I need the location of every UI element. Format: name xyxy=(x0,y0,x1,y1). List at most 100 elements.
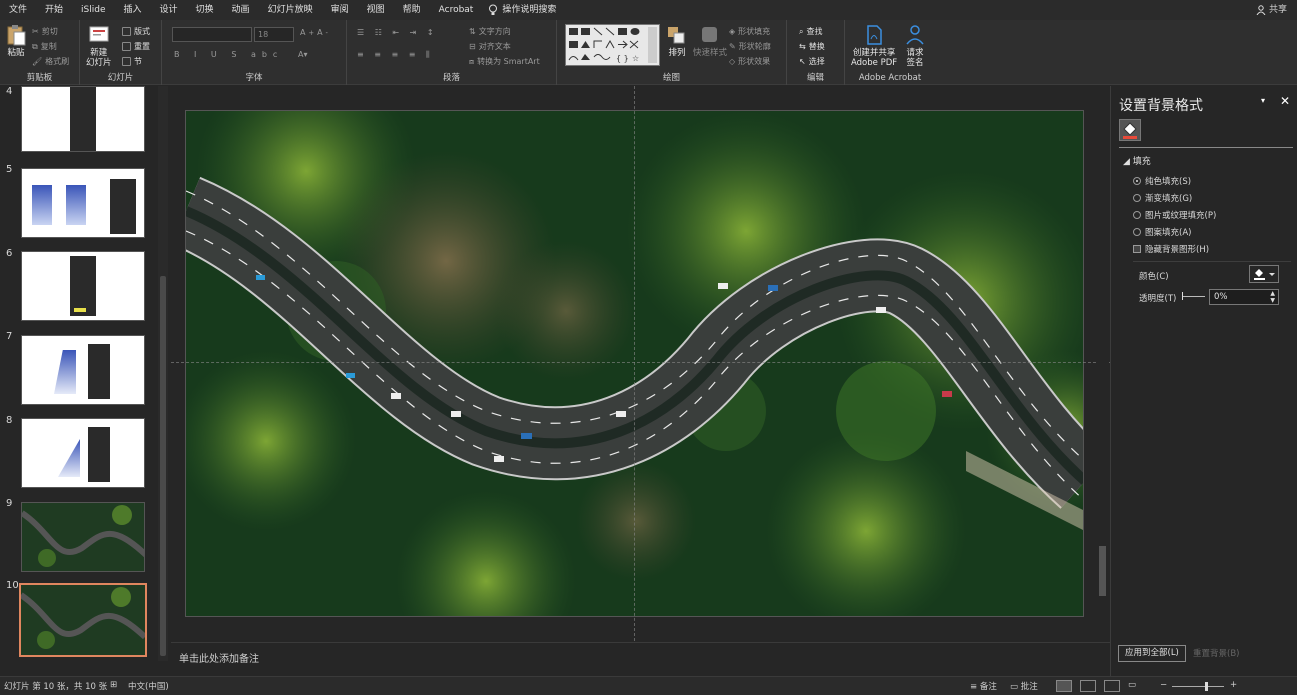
thumb-panel xyxy=(88,344,110,399)
pdf-icon xyxy=(867,25,882,45)
slide-thumbnail-10[interactable] xyxy=(19,583,147,657)
align-text-button[interactable]: ⊟ 对齐文本 xyxy=(469,41,511,52)
apply-to-all-button[interactable]: 应用到全部(L) xyxy=(1118,645,1186,662)
menu-transitions[interactable]: 切换 xyxy=(187,0,223,20)
shape-fill-button[interactable]: ◈ 形状填充 xyxy=(729,26,770,37)
share-button[interactable]: 共享 xyxy=(1256,0,1287,20)
find-button[interactable]: ⌕ 查找 xyxy=(799,26,822,37)
vertical-guide[interactable] xyxy=(634,86,635,641)
thumb-num-9: 9 xyxy=(6,498,13,509)
slide-thumbnail-6[interactable] xyxy=(21,251,145,321)
align-buttons[interactable]: ≡ ≡ ≡ ≡ ⫼ xyxy=(357,50,434,60)
menu-help[interactable]: 帮助 xyxy=(394,0,430,20)
menu-animations[interactable]: 动画 xyxy=(223,0,259,20)
slide-thumbnail-5[interactable] xyxy=(21,168,145,238)
new-slide-button[interactable]: 新建 幻灯片 xyxy=(86,24,112,68)
normal-view-button[interactable] xyxy=(1056,680,1072,692)
text-direction-button[interactable]: ⇅ 文字方向 xyxy=(469,26,511,37)
slideshow-icon[interactable]: ▭ xyxy=(1128,680,1136,690)
shape-outline-button[interactable]: ✎ 形状轮廓 xyxy=(729,41,771,52)
gradient-fill-label: 渐变填充(G) xyxy=(1145,194,1193,204)
smartart-button[interactable]: ⧈ 转换为 SmartArt xyxy=(469,56,540,67)
fill-tab[interactable] xyxy=(1119,119,1141,141)
horizontal-guide[interactable] xyxy=(171,362,1111,363)
select-button[interactable]: ↖ 选择 xyxy=(799,56,825,67)
menu-view[interactable]: 视图 xyxy=(358,0,394,20)
font-style-buttons[interactable]: B I U S abc xyxy=(174,50,283,59)
gradient-fill-radio[interactable]: 渐变填充(G) xyxy=(1133,192,1192,204)
spin-arrows-icon[interactable]: ▲ ▼ xyxy=(1270,290,1275,304)
shape-effects-button[interactable]: ◇ 形状效果 xyxy=(729,56,770,67)
solid-fill-radio[interactable]: 纯色填充(S) xyxy=(1133,175,1191,187)
slide-sorter-button[interactable] xyxy=(1080,680,1096,692)
pane-options-icon[interactable]: ▾ xyxy=(1261,96,1265,105)
thumb-panel xyxy=(88,427,110,482)
reset-background-button[interactable]: 重置背景(B) xyxy=(1193,647,1239,659)
create-pdf-button[interactable]: 创建并共享 Adobe PDF xyxy=(851,24,897,68)
canvas-scrollbar[interactable] xyxy=(1097,86,1109,641)
zoom-out-icon[interactable]: − xyxy=(1160,680,1167,690)
arrange-button[interactable]: 排列 xyxy=(665,24,689,58)
font-family-combo[interactable] xyxy=(172,27,252,42)
tell-me-search[interactable]: 操作说明搜索 xyxy=(482,0,565,20)
zoom-in-icon[interactable]: + xyxy=(1230,680,1237,690)
menu-acrobat[interactable]: Acrobat xyxy=(430,0,483,20)
fill-section-header[interactable]: ◢ 填充 xyxy=(1123,154,1151,167)
color-label: 颜色(C) xyxy=(1139,272,1169,282)
menu-file[interactable]: 文件 xyxy=(0,0,36,20)
grow-font-icon[interactable]: A + A- xyxy=(300,28,328,37)
notes-area[interactable]: 单击此处添加备注 xyxy=(171,642,1111,675)
pattern-fill-radio[interactable]: 图案填充(A) xyxy=(1133,226,1191,238)
thumbnail-scrollbar[interactable] xyxy=(158,86,168,661)
paste-button[interactable]: 粘贴 xyxy=(4,24,28,58)
transparency-slider[interactable] xyxy=(1183,296,1205,297)
transparency-input[interactable]: 0% ▲ ▼ xyxy=(1209,289,1279,305)
slide-canvas[interactable] xyxy=(171,86,1111,641)
request-sign-button[interactable]: 请求 签名 xyxy=(903,24,927,68)
color-picker-button[interactable] xyxy=(1249,265,1279,283)
transparency-label: 透明度(T) xyxy=(1139,294,1177,304)
new-slide-icon xyxy=(89,26,109,42)
menu-islide[interactable]: iSlide xyxy=(72,0,114,20)
menu-review[interactable]: 审阅 xyxy=(322,0,358,20)
comments-toggle[interactable]: ▭ 批注 xyxy=(1010,680,1038,692)
spellcheck-icon[interactable]: ⊞ xyxy=(110,680,117,690)
notes-toggle[interactable]: ≡ 备注 xyxy=(970,680,997,692)
slide-thumbnail-7[interactable] xyxy=(21,335,145,405)
format-painter-button[interactable]: 🖌 格式刷 xyxy=(32,56,69,67)
zoom-slider-handle[interactable] xyxy=(1205,682,1208,691)
svg-text:☆: ☆ xyxy=(632,54,639,63)
menu-slideshow[interactable]: 幻灯片放映 xyxy=(259,0,322,20)
font-color-icon[interactable]: A▾ xyxy=(298,50,308,59)
font-size-combo[interactable]: 18 xyxy=(254,27,294,42)
reading-view-button[interactable] xyxy=(1104,680,1120,692)
menu-design[interactable]: 设计 xyxy=(151,0,187,20)
picture-fill-radio[interactable]: 图片或纹理填充(P) xyxy=(1133,209,1216,221)
slide-thumbnail-4[interactable] xyxy=(21,86,145,152)
quick-styles-icon xyxy=(702,27,717,42)
cut-button[interactable]: ✂ 剪切 xyxy=(32,26,58,37)
layout-button[interactable]: 版式 xyxy=(122,26,150,37)
canvas-scroll-thumb[interactable] xyxy=(1099,546,1106,596)
slide-thumbnail-9[interactable] xyxy=(21,502,145,572)
menu-home[interactable]: 开始 xyxy=(36,0,72,20)
slide-thumbnail-8[interactable] xyxy=(21,418,145,488)
zoom-slider[interactable] xyxy=(1172,686,1224,687)
list-buttons[interactable]: ☰ ☷ ⇤ ⇥ ↕ xyxy=(357,28,438,37)
section-button[interactable]: 节 xyxy=(122,56,142,67)
close-icon[interactable]: ✕ xyxy=(1280,94,1290,108)
quick-styles-button[interactable]: 快速样式 xyxy=(693,24,727,58)
arrange-icon xyxy=(668,27,685,44)
new-slide-label: 新建 幻灯片 xyxy=(86,48,112,68)
shape-fill-label: 形状填充 xyxy=(738,27,771,36)
thumbnail-scroll-thumb[interactable] xyxy=(160,276,166,656)
reset-button[interactable]: 重置 xyxy=(122,41,150,52)
menu-insert[interactable]: 插入 xyxy=(115,0,151,20)
reset-icon xyxy=(122,42,131,51)
language-indicator[interactable]: 中文(中国) xyxy=(128,680,169,692)
copy-button[interactable]: ⧉ 复制 xyxy=(32,41,57,52)
hide-bg-graphics-checkbox[interactable]: 隐藏背景图形(H) xyxy=(1133,243,1209,255)
replace-button[interactable]: ⇆ 替换 xyxy=(799,41,825,52)
paragraph-group: ☰ ☷ ⇤ ⇥ ↕ ≡ ≡ ≡ ≡ ⫼ ⇅ 文字方向 ⊟ 对齐文本 ⧈ 转换为 Sma… xyxy=(347,20,557,85)
shape-gallery[interactable]: { } ☆ xyxy=(565,24,660,66)
